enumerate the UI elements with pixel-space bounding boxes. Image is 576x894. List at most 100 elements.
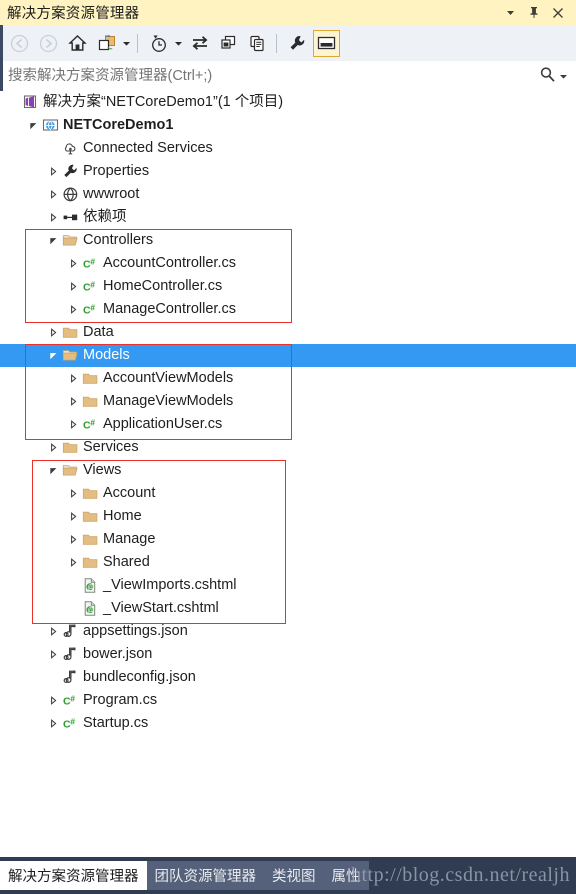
tree-row-label: _ViewImports.cshtml: [103, 577, 237, 593]
expander-collapsed-icon[interactable]: [47, 206, 60, 229]
tree-row-label: Account: [103, 485, 156, 501]
tree-row-label: bundleconfig.json: [83, 669, 196, 685]
csharp-icon: C #: [60, 689, 80, 712]
tree-row[interactable]: Shared: [0, 551, 576, 574]
solution-views-button[interactable]: [93, 30, 120, 57]
tree-row[interactable]: 依赖项: [0, 206, 576, 229]
tree-row-label: 依赖项: [83, 209, 127, 225]
expander-expanded-icon[interactable]: [47, 344, 60, 367]
tree-row[interactable]: NETCoreDemo1: [0, 114, 576, 137]
tree-row[interactable]: AccountViewModels: [0, 367, 576, 390]
tree-row[interactable]: Controllers: [0, 229, 576, 252]
pending-changes-dropdown[interactable]: [172, 30, 184, 57]
svg-text:#: #: [70, 694, 75, 704]
bottom-tab[interactable]: 团队资源管理器: [147, 861, 265, 890]
bottom-tab[interactable]: 解决方案资源管理器: [0, 861, 147, 890]
solution-views-dropdown[interactable]: [120, 30, 132, 57]
tree-row[interactable]: bower.json: [0, 643, 576, 666]
svg-text:@: @: [87, 585, 94, 592]
expander-collapsed-icon[interactable]: [47, 712, 60, 735]
show-all-files-button[interactable]: [244, 30, 271, 57]
refresh-button[interactable]: [215, 30, 242, 57]
expander-collapsed-icon[interactable]: [67, 252, 80, 275]
tree-row[interactable]: C # Startup.cs: [0, 712, 576, 735]
expander-collapsed-icon[interactable]: [67, 367, 80, 390]
tree-row[interactable]: Account: [0, 482, 576, 505]
tree-row[interactable]: Views: [0, 459, 576, 482]
solution-tree[interactable]: 解决方案“NETCoreDemo1”(1 个项目) NETCoreDemo1 Con…: [0, 91, 576, 857]
expander-collapsed-icon[interactable]: [47, 643, 60, 666]
sync-with-active-document-button[interactable]: [186, 30, 213, 57]
expander-expanded-icon[interactable]: [27, 114, 40, 137]
expander-collapsed-icon[interactable]: [47, 620, 60, 643]
tree-row-label: _ViewStart.cshtml: [103, 600, 219, 616]
bottom-tab[interactable]: 类视图: [264, 861, 324, 890]
tree-row[interactable]: C # ManageController.cs: [0, 298, 576, 321]
properties-button[interactable]: [284, 30, 311, 57]
tree-row[interactable]: 解决方案“NETCoreDemo1”(1 个项目): [0, 91, 576, 114]
back-button[interactable]: [6, 30, 33, 57]
tree-row-label: Program.cs: [83, 692, 158, 708]
bottom-tabs: 解决方案资源管理器 团队资源管理器 类视图 属性: [0, 861, 369, 890]
search-icon[interactable]: [539, 66, 556, 86]
tree-row[interactable]: Manage: [0, 528, 576, 551]
csharp-icon: C #: [80, 413, 100, 436]
toolbar-separator-1: [137, 33, 138, 53]
tree-row[interactable]: @ _ViewStart.cshtml: [0, 597, 576, 620]
expander-collapsed-icon[interactable]: [47, 689, 60, 712]
tree-row[interactable]: C # AccountController.cs: [0, 252, 576, 275]
window-close-button[interactable]: [547, 2, 569, 23]
window-dropdown-button[interactable]: [499, 2, 521, 23]
tree-row[interactable]: C # Program.cs: [0, 689, 576, 712]
pending-changes-button[interactable]: [145, 30, 172, 57]
search-bar: [0, 61, 576, 92]
home-button[interactable]: [64, 30, 91, 57]
expander-expanded-icon[interactable]: [47, 229, 60, 252]
expander-collapsed-icon[interactable]: [67, 413, 80, 436]
folder-icon: [60, 436, 80, 459]
expander-collapsed-icon[interactable]: [67, 298, 80, 321]
tree-row[interactable]: Connected Services: [0, 137, 576, 160]
toolbar-separator-2: [276, 33, 277, 53]
search-controls: [539, 66, 576, 86]
search-dropdown-icon[interactable]: [559, 68, 568, 84]
window-title: 解决方案资源管理器: [7, 6, 140, 22]
tree-row[interactable]: Models: [0, 344, 576, 367]
watermark: http://blog.csdn.net/realjh: [350, 864, 570, 886]
preview-selected-items-button[interactable]: [313, 29, 340, 57]
expander-collapsed-icon[interactable]: [47, 436, 60, 459]
expander-collapsed-icon[interactable]: [67, 551, 80, 574]
tree-row-label: Models: [83, 347, 130, 363]
tree-row[interactable]: wwwroot: [0, 183, 576, 206]
tree-row[interactable]: @ _ViewImports.cshtml: [0, 574, 576, 597]
expander-collapsed-icon[interactable]: [47, 183, 60, 206]
tree-row[interactable]: Data: [0, 321, 576, 344]
bottom-tab[interactable]: 属性: [324, 861, 369, 890]
expander-collapsed-icon[interactable]: [47, 160, 60, 183]
forward-button[interactable]: [35, 30, 62, 57]
tree-row[interactable]: bundleconfig.json: [0, 666, 576, 689]
tree-row[interactable]: C # ApplicationUser.cs: [0, 413, 576, 436]
csharp-icon: C #: [80, 252, 100, 275]
tree-row[interactable]: C # HomeController.cs: [0, 275, 576, 298]
tree-row[interactable]: Home: [0, 505, 576, 528]
tree-row[interactable]: ManageViewModels: [0, 390, 576, 413]
tree-row[interactable]: appsettings.json: [0, 620, 576, 643]
window-pin-button[interactable]: [523, 2, 545, 23]
expander-collapsed-icon[interactable]: [47, 321, 60, 344]
search-input[interactable]: [0, 67, 539, 85]
expander-collapsed-icon[interactable]: [67, 528, 80, 551]
tree-row-label: AccountViewModels: [103, 370, 234, 386]
wrench-icon: [60, 160, 80, 183]
expander-collapsed-icon[interactable]: [67, 482, 80, 505]
tree-row[interactable]: Properties: [0, 160, 576, 183]
expander-collapsed-icon[interactable]: [67, 275, 80, 298]
expander-collapsed-icon[interactable]: [67, 390, 80, 413]
expander-expanded-icon[interactable]: [47, 459, 60, 482]
expander-collapsed-icon[interactable]: [67, 505, 80, 528]
folder-open-icon: [60, 344, 80, 367]
csharp-icon: C #: [80, 275, 100, 298]
tree-row-label: ManageController.cs: [103, 301, 236, 317]
tree-row[interactable]: Services: [0, 436, 576, 459]
